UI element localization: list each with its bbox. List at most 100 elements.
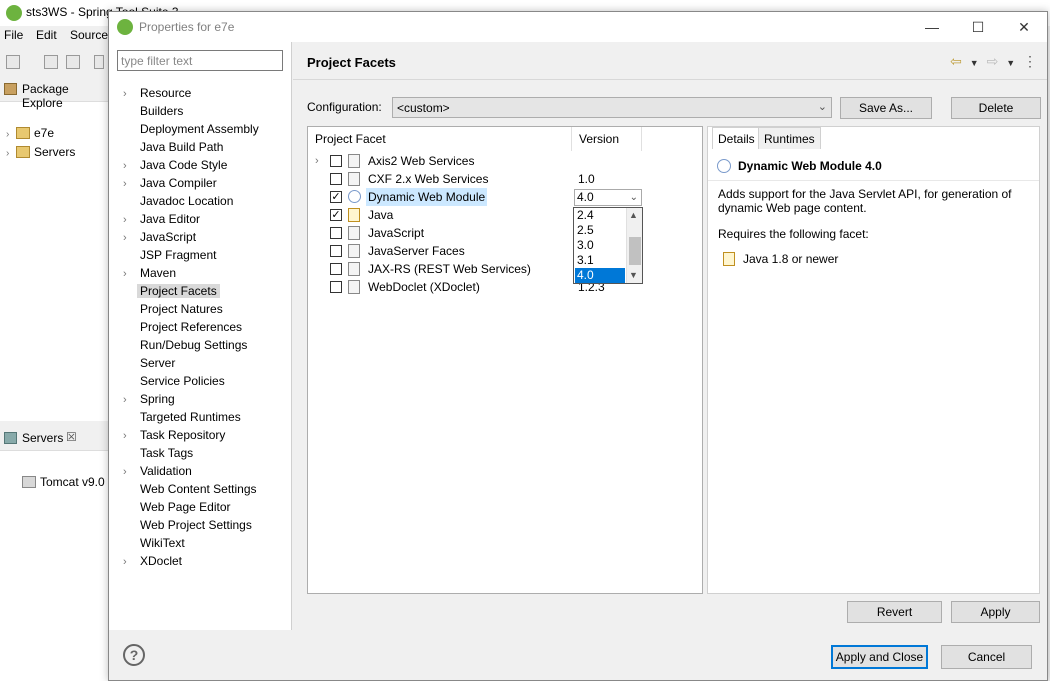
- nav-item-project-natures[interactable]: Project Natures: [123, 300, 226, 318]
- forward-arrow-icon[interactable]: ⇨: [987, 53, 999, 70]
- java-icon: [348, 208, 360, 222]
- nav-item-web-page-editor[interactable]: Web Page Editor: [123, 498, 234, 516]
- tab-runtimes[interactable]: Runtimes: [758, 127, 821, 149]
- nav-item-spring[interactable]: › Spring: [123, 390, 178, 408]
- tree-item-servers[interactable]: › Servers: [6, 145, 75, 163]
- nav-item-task-tags[interactable]: Task Tags: [123, 444, 196, 462]
- nav-item-label: Service Policies: [140, 374, 225, 388]
- facet-checkbox[interactable]: ✓: [330, 209, 342, 221]
- nav-item-javascript[interactable]: › JavaScript: [123, 228, 199, 246]
- apply-button[interactable]: Apply: [951, 601, 1040, 623]
- version-option[interactable]: 3.0: [575, 238, 625, 253]
- facet-checkbox[interactable]: ✓: [330, 191, 342, 203]
- minimize-button[interactable]: —: [909, 12, 955, 42]
- version-option[interactable]: 3.1: [575, 253, 625, 268]
- filter-input[interactable]: [117, 50, 283, 71]
- chevron-right-icon[interactable]: ›: [123, 463, 137, 481]
- help-icon[interactable]: ?: [123, 644, 145, 666]
- details-pane: Details Runtimes Dynamic Web Module 4.0 …: [707, 126, 1040, 594]
- facet-checkbox[interactable]: [330, 227, 342, 239]
- server-item-tomcat[interactable]: Tomcat v9.0: [22, 475, 105, 493]
- nav-item-java-compiler[interactable]: › Java Compiler: [123, 174, 220, 192]
- dropdown-scrollbar[interactable]: ▲ ▼: [626, 208, 642, 283]
- apply-and-close-button[interactable]: Apply and Close: [831, 645, 928, 669]
- tree-item-label: e7e: [34, 126, 55, 140]
- nav-item-validation[interactable]: › Validation: [123, 462, 195, 480]
- chevron-right-icon[interactable]: ›: [123, 157, 137, 175]
- chevron-right-icon[interactable]: ›: [123, 85, 137, 103]
- chevron-right-icon[interactable]: ›: [6, 148, 16, 159]
- nav-item-web-project-settings[interactable]: Web Project Settings: [123, 516, 255, 534]
- chevron-right-icon[interactable]: ›: [123, 229, 137, 247]
- facet-checkbox[interactable]: [330, 245, 342, 257]
- chevron-right-icon[interactable]: ›: [6, 129, 16, 140]
- facet-checkbox[interactable]: [330, 155, 342, 167]
- column-header-facet[interactable]: Project Facet: [308, 127, 572, 151]
- nav-item-wikitext[interactable]: WikiText: [123, 534, 188, 552]
- facet-row-dynamic-web-module[interactable]: ✓ Dynamic Web Module: [308, 188, 702, 206]
- nav-item-java-code-style[interactable]: › Java Code Style: [123, 156, 230, 174]
- menu-edit[interactable]: Edit: [36, 28, 57, 42]
- nav-item-web-content-settings[interactable]: Web Content Settings: [123, 480, 260, 498]
- nav-item-run-debug-settings[interactable]: Run/Debug Settings: [123, 336, 250, 354]
- close-tab-icon[interactable]: ☒: [66, 430, 77, 444]
- scrollbar-thumb[interactable]: [629, 237, 641, 265]
- facet-row-cxf[interactable]: CXF 2.x Web Services 1.0: [308, 170, 702, 188]
- menu-file[interactable]: File: [4, 28, 23, 42]
- nav-item-task-repository[interactable]: › Task Repository: [123, 426, 228, 444]
- nav-item-java-build-path[interactable]: Java Build Path: [123, 138, 226, 156]
- chevron-right-icon[interactable]: ›: [123, 391, 137, 409]
- new-icon[interactable]: [6, 55, 20, 69]
- nav-item-service-policies[interactable]: Service Policies: [123, 372, 228, 390]
- nav-item-targeted-runtimes[interactable]: Targeted Runtimes: [123, 408, 244, 426]
- version-select[interactable]: 4.0 ⌄: [574, 189, 642, 206]
- forward-menu-chevron-icon[interactable]: ▼: [1006, 58, 1015, 68]
- nav-item-maven[interactable]: › Maven: [123, 264, 179, 282]
- nav-item-xdoclet[interactable]: › XDoclet: [123, 552, 185, 570]
- tab-details[interactable]: Details: [712, 127, 761, 149]
- chevron-right-icon[interactable]: ›: [123, 265, 137, 283]
- version-option[interactable]: 2.4: [575, 208, 625, 223]
- package-explorer-tab[interactable]: Package Explore: [0, 76, 108, 110]
- chevron-right-icon[interactable]: ›: [123, 427, 137, 445]
- scroll-up-icon[interactable]: ▲: [629, 210, 638, 220]
- delete-button[interactable]: Delete: [951, 97, 1041, 119]
- chevron-right-icon[interactable]: ›: [123, 553, 137, 571]
- nav-item-java-editor[interactable]: › Java Editor: [123, 210, 203, 228]
- servers-tab[interactable]: Servers ☒: [0, 425, 108, 451]
- chevron-right-icon[interactable]: ›: [123, 175, 137, 193]
- column-header-version[interactable]: Version: [572, 127, 642, 151]
- nav-item-builders[interactable]: Builders: [123, 102, 186, 120]
- menu-source[interactable]: Source: [70, 28, 108, 42]
- scroll-down-icon[interactable]: ▼: [629, 270, 638, 280]
- nav-item-label: WikiText: [140, 536, 185, 550]
- facet-checkbox[interactable]: [330, 173, 342, 185]
- tree-item-e7e[interactable]: › e7e: [6, 126, 54, 144]
- facet-row-axis2[interactable]: › Axis2 Web Services: [308, 152, 702, 170]
- maximize-button[interactable]: ☐: [955, 12, 1001, 42]
- chevron-right-icon[interactable]: ›: [315, 152, 319, 170]
- nav-item-deployment-assembly[interactable]: Deployment Assembly: [123, 120, 262, 138]
- save-icon[interactable]: [44, 55, 58, 69]
- save-as-button[interactable]: Save As...: [840, 97, 932, 119]
- nav-item-jsp-fragment[interactable]: JSP Fragment: [123, 246, 219, 264]
- nav-item-resource[interactable]: › Resource: [123, 84, 194, 102]
- facet-checkbox[interactable]: [330, 281, 342, 293]
- version-option[interactable]: 2.5: [575, 223, 625, 238]
- nav-item-project-facets[interactable]: Project Facets: [123, 282, 220, 300]
- back-menu-chevron-icon[interactable]: ▼: [970, 58, 979, 68]
- configuration-select[interactable]: <custom> ⌄: [392, 97, 832, 118]
- view-menu-icon[interactable]: ⋮: [1023, 53, 1037, 70]
- cancel-button[interactable]: Cancel: [941, 645, 1032, 669]
- chevron-right-icon[interactable]: ›: [123, 211, 137, 229]
- nav-item-server[interactable]: Server: [123, 354, 178, 372]
- nav-item-javadoc-location[interactable]: Javadoc Location: [123, 192, 236, 210]
- version-option-selected[interactable]: 4.0: [575, 268, 625, 283]
- facet-checkbox[interactable]: [330, 263, 342, 275]
- save-all-icon[interactable]: [66, 55, 80, 69]
- debug-icon[interactable]: [94, 55, 104, 69]
- revert-button[interactable]: Revert: [847, 601, 942, 623]
- nav-item-project-references[interactable]: Project References: [123, 318, 245, 336]
- back-arrow-icon[interactable]: ⇦: [950, 53, 962, 70]
- close-button[interactable]: ✕: [1001, 12, 1047, 42]
